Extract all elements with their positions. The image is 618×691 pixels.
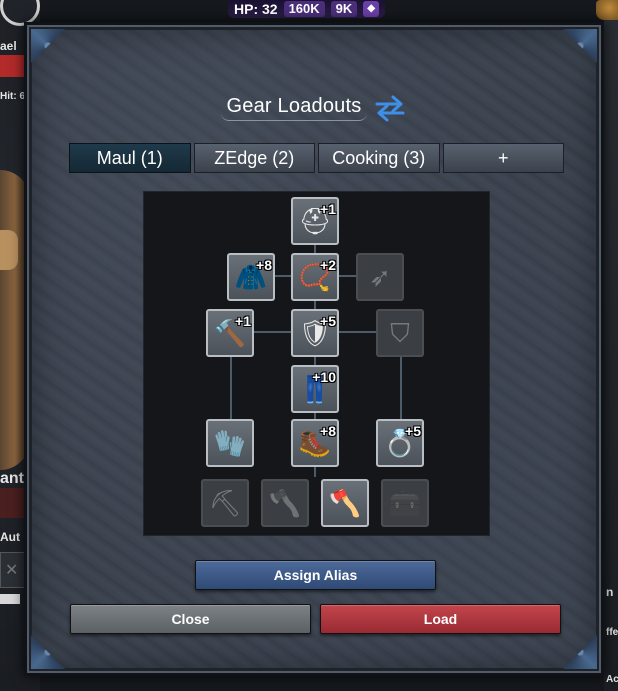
tab-add-loadout[interactable]: + bbox=[442, 143, 564, 173]
background-ac-text: Ac bbox=[606, 674, 618, 685]
modal-header: Gear Loadouts bbox=[27, 93, 601, 123]
background-aut-text: Aut bbox=[0, 530, 20, 544]
background-progress-bar bbox=[0, 594, 20, 604]
background-corner-icon[interactable] bbox=[596, 0, 618, 20]
slot-level: +10 bbox=[312, 369, 336, 385]
slot-arrows[interactable]: ➶ bbox=[356, 253, 404, 301]
stat-b-readout: 9K bbox=[330, 1, 358, 17]
swap-arrows-icon[interactable] bbox=[373, 93, 407, 123]
close-button[interactable]: Close bbox=[70, 604, 311, 634]
slot-level: +1 bbox=[235, 313, 251, 329]
hud-stats-bar: HP: 32 160K 9K ◆ bbox=[228, 0, 386, 18]
tool-slot-pickaxe[interactable]: ⛏ bbox=[201, 479, 249, 527]
tab-zedge[interactable]: ZEdge (2) bbox=[193, 143, 315, 173]
hatchet-icon: 🪓 bbox=[268, 488, 302, 518]
slot-level: +8 bbox=[320, 423, 336, 439]
background-hit-text: Hit: 6 bbox=[0, 91, 25, 102]
gloves-icon: 🧤 bbox=[213, 428, 247, 458]
slot-legs[interactable]: 👖 +10 bbox=[291, 365, 339, 413]
background-name-text: ael bbox=[0, 39, 17, 53]
background-ffe-text: ffe bbox=[606, 627, 618, 638]
equipment-grid: ⛑ +1 🧥 +8 📿 +2 ➶ 🔨 +1 🛡 +5 ⛉ 👖 +10 🧤 🥾 +… bbox=[143, 191, 490, 536]
assign-alias-button[interactable]: Assign Alias bbox=[195, 560, 436, 590]
shield-status-icon: ◆ bbox=[363, 1, 380, 17]
tackle-box-icon: 🧰 bbox=[388, 488, 422, 518]
health-bar bbox=[0, 55, 24, 77]
slot-shield[interactable]: ⛉ bbox=[376, 309, 424, 357]
slot-weapon[interactable]: 🔨 +1 bbox=[206, 309, 254, 357]
slot-cape[interactable]: 🧥 +8 bbox=[227, 253, 275, 301]
slot-level: +8 bbox=[256, 257, 272, 273]
ornament-corner-icon bbox=[563, 29, 597, 63]
tab-maul[interactable]: Maul (1) bbox=[69, 143, 191, 173]
ornament-corner-icon bbox=[563, 635, 597, 669]
slot-amulet[interactable]: 📿 +2 bbox=[291, 253, 339, 301]
load-button[interactable]: Load bbox=[320, 604, 561, 634]
gear-loadouts-modal: Gear Loadouts Maul (1) ZEdge (2) Cooking… bbox=[24, 22, 604, 676]
arrows-icon: ➶ bbox=[369, 262, 391, 292]
pickaxe-icon: ⛏ bbox=[208, 488, 242, 518]
tool-slot-tackle-box[interactable]: 🧰 bbox=[381, 479, 429, 527]
slot-level: +1 bbox=[320, 201, 336, 217]
ornament-corner-icon bbox=[31, 635, 65, 669]
ornament-corner-icon bbox=[31, 29, 65, 63]
background-ant-text: ant bbox=[0, 470, 24, 487]
slot-ring[interactable]: 💍 +5 bbox=[376, 419, 424, 467]
hp-readout: HP: 32 bbox=[234, 1, 278, 17]
slot-level: +5 bbox=[320, 313, 336, 329]
slot-boots[interactable]: 🥾 +8 bbox=[291, 419, 339, 467]
tool-slot-axe[interactable]: 🪓 bbox=[321, 479, 369, 527]
slot-body[interactable]: 🛡 +5 bbox=[291, 309, 339, 357]
axe-icon: 🪓 bbox=[328, 488, 362, 518]
background-banner bbox=[0, 488, 26, 518]
modal-title: Gear Loadouts bbox=[220, 95, 368, 121]
stat-a-readout: 160K bbox=[283, 1, 325, 17]
loadout-tabs: Maul (1) ZEdge (2) Cooking (3) + bbox=[69, 143, 564, 173]
slot-helm[interactable]: ⛑ +1 bbox=[291, 197, 339, 245]
tool-slot-hatchet[interactable]: 🪓 bbox=[261, 479, 309, 527]
slot-level: +2 bbox=[320, 257, 336, 273]
background-n-text: n bbox=[606, 585, 614, 599]
shield-icon: ⛉ bbox=[390, 318, 410, 348]
background-skill-slot[interactable] bbox=[0, 552, 26, 588]
slot-level: +5 bbox=[405, 423, 421, 439]
slot-gloves[interactable]: 🧤 bbox=[206, 419, 254, 467]
tab-cooking[interactable]: Cooking (3) bbox=[318, 143, 440, 173]
